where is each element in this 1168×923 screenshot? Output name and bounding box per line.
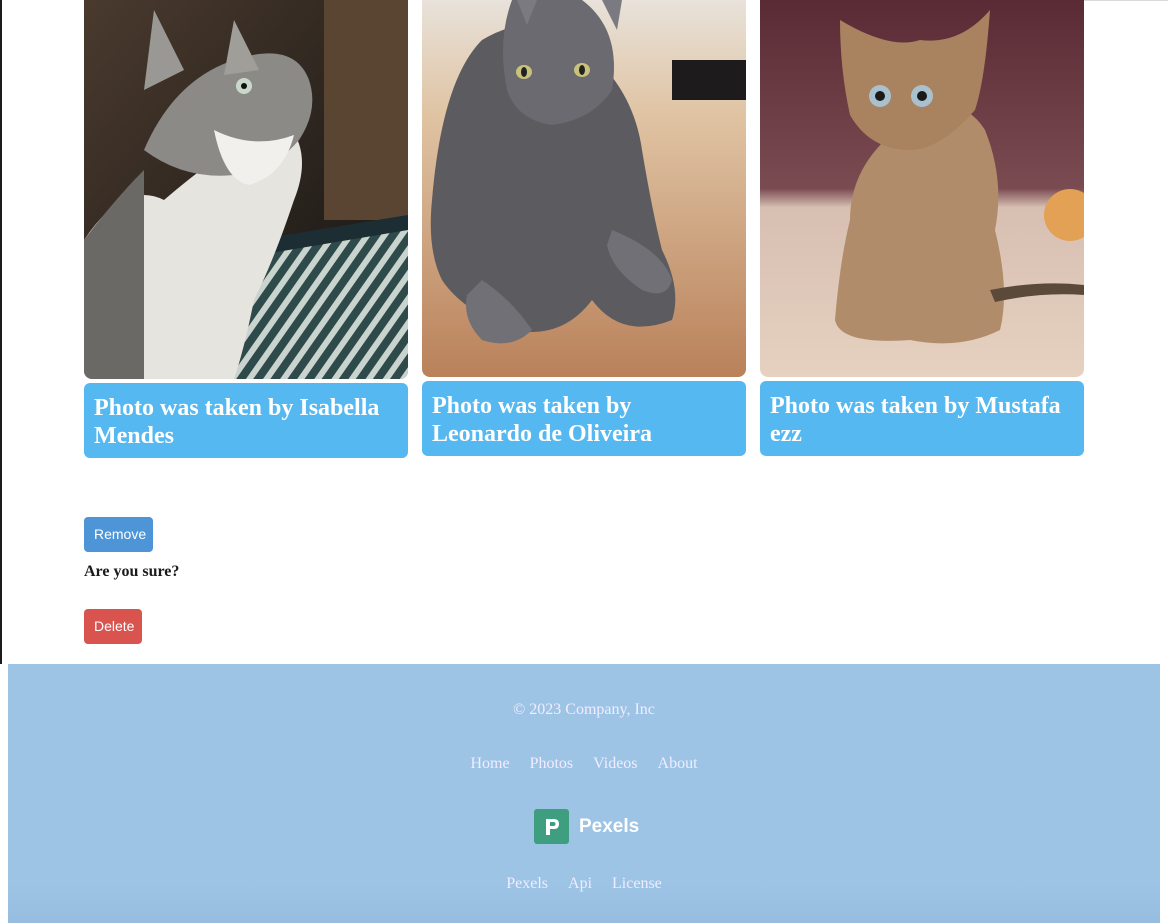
- pexels-logo-icon: [534, 809, 569, 844]
- brand[interactable]: Pexels: [534, 809, 639, 844]
- photo-card-1: Photo was taken by Isabella Mendes: [84, 0, 408, 458]
- delete-button[interactable]: Delete: [84, 609, 142, 644]
- photo-caption: Photo was taken by Mustafa ezz: [760, 381, 1084, 456]
- photo-caption: Photo was taken by Leonardo de Oliveira: [422, 381, 746, 456]
- footer-nav-home[interactable]: Home: [470, 755, 509, 772]
- brand-name: Pexels: [579, 815, 640, 837]
- cat-photo-2: [422, 0, 746, 377]
- footer: © 2023 Company, Inc Home Photos Videos A…: [8, 664, 1160, 923]
- remove-button[interactable]: Remove: [84, 517, 153, 552]
- copyright-text: © 2023 Company, Inc: [513, 701, 655, 718]
- photo-card-2: Photo was taken by Leonardo de Oliveira: [422, 0, 746, 456]
- footer-nav-photos[interactable]: Photos: [530, 755, 574, 772]
- top-border: [1084, 0, 1168, 1]
- cat-photo-3: [760, 0, 1084, 377]
- left-border: [0, 0, 2, 664]
- cat-photo-1: [84, 0, 408, 379]
- footer-nav-about[interactable]: About: [658, 755, 698, 772]
- footer-nav-videos[interactable]: Videos: [593, 755, 637, 772]
- confirm-text: Are you sure?: [84, 563, 180, 580]
- photo-card-3: Photo was taken by Mustafa ezz: [760, 0, 1084, 456]
- footer-nav: Home Photos Videos About: [8, 754, 1160, 774]
- photo-caption: Photo was taken by Isabella Mendes: [84, 383, 408, 458]
- footer-shade: [8, 883, 1160, 923]
